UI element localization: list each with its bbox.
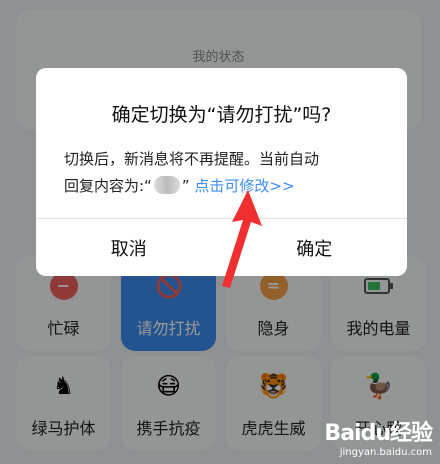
annotation-arrow-icon xyxy=(222,190,262,288)
watermark-logo: Baidu经验 xyxy=(324,421,433,446)
watermark-url: jingyan.baidu.com xyxy=(339,447,432,458)
watermark: Baidu经验 jingyan.baidu.com xyxy=(324,415,433,458)
